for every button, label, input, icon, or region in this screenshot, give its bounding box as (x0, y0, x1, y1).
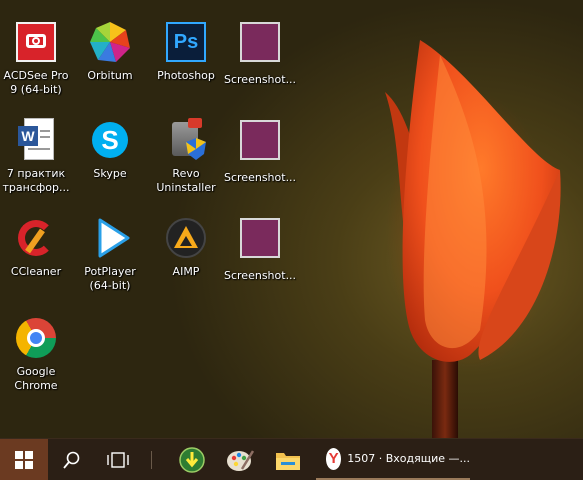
revo-uninstaller-icon (162, 116, 210, 164)
screenshot-thumbnail-icon (236, 218, 284, 266)
desktop-icon-aimp[interactable]: AIMP (150, 214, 222, 279)
photoshop-icon: Ps (162, 18, 210, 66)
word-document-icon: W (12, 116, 60, 164)
desktop-icon-label: AIMP (172, 265, 200, 278)
desktop-icon-screenshot-3[interactable]: Screenshot... (224, 214, 296, 283)
desktop-icon-screenshot-2[interactable]: Screenshot... (224, 116, 296, 185)
orbitum-icon (86, 18, 134, 66)
file-explorer-icon (276, 452, 300, 470)
desktop: ACDSee Pro 9 (64-bit) Orbitum Ps Photosh… (0, 0, 583, 438)
search-button[interactable] (52, 439, 92, 480)
desktop-icon-label: Revo Uninstaller (156, 167, 216, 194)
desktop-icon-google-chrome[interactable]: Google Chrome (0, 314, 72, 393)
desktop-icon-skype[interactable]: S Skype (74, 116, 146, 181)
desktop-icon-screenshot-1[interactable]: Screenshot... (224, 18, 296, 87)
taskbar-divider (150, 439, 152, 480)
desktop-icon-label: ACDSee Pro 9 (64-bit) (3, 69, 69, 96)
desktop-icon-label: Screenshot... (224, 171, 297, 184)
taskbar-pinned-download-master[interactable] (170, 439, 214, 480)
taskbar-pinned-file-explorer[interactable] (266, 439, 310, 480)
desktop-icon-revo-uninstaller[interactable]: Revo Uninstaller (150, 116, 222, 195)
windows-start-icon (15, 450, 33, 469)
desktop-icon-ccleaner[interactable]: CCleaner (0, 214, 72, 279)
desktop-icon-label: Screenshot... (224, 73, 297, 86)
task-view-button[interactable] (98, 439, 138, 480)
search-icon (63, 451, 80, 469)
desktop-icon-label: Screenshot... (224, 269, 297, 282)
desktop-icon-label: Google Chrome (14, 365, 58, 392)
taskbar: Y 1507 · Входящие —... (0, 438, 583, 480)
chrome-icon (12, 314, 60, 362)
screenshot-thumbnail-icon (236, 22, 284, 70)
task-view-icon (107, 451, 129, 468)
skype-icon: S (86, 116, 134, 164)
acdsee-icon (12, 18, 60, 66)
potplayer-icon (86, 214, 134, 262)
taskbar-pinned-paint[interactable] (218, 439, 262, 480)
taskbar-window-title: 1507 · Входящие —... (347, 452, 470, 465)
desktop-icon-potplayer[interactable]: PotPlayer (64-bit) (74, 214, 146, 293)
desktop-icon-orbitum[interactable]: Orbitum (74, 18, 146, 83)
paint-icon (227, 449, 254, 471)
aimp-icon (162, 214, 210, 262)
desktop-icon-acdsee[interactable]: ACDSee Pro 9 (64-bit) (0, 18, 72, 97)
desktop-icon-label: PotPlayer (64-bit) (84, 265, 136, 292)
desktop-icon-label: CCleaner (10, 265, 62, 278)
desktop-icon-label: Orbitum (87, 69, 133, 82)
desktop-icon-photoshop[interactable]: Ps Photoshop (150, 18, 222, 83)
yandex-browser-icon: Y (326, 447, 342, 470)
desktop-icon-label: 7 практик трансфор... (2, 167, 70, 194)
start-button[interactable] (0, 439, 48, 480)
desktop-icon-label: Photoshop (157, 69, 215, 82)
taskbar-active-yandex-browser[interactable]: Y 1507 · Входящие —... (316, 439, 470, 480)
screenshot-thumbnail-icon (236, 120, 284, 168)
ccleaner-icon (12, 214, 60, 262)
download-master-icon (179, 446, 205, 473)
desktop-icon-word-document[interactable]: W 7 практик трансфор... (0, 116, 72, 195)
desktop-icon-label: Skype (93, 167, 127, 180)
